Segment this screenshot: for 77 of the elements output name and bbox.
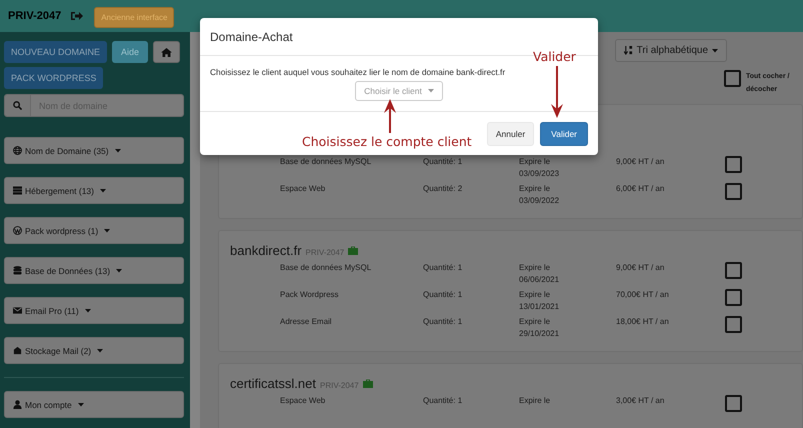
- search-icon: [13, 101, 22, 110]
- caret-icon: [712, 48, 718, 52]
- price: 6,00€ HT / an: [616, 183, 666, 195]
- wordpress-icon: [13, 226, 22, 235]
- service-name: Base de données MySQL: [280, 262, 372, 274]
- inbox-icon: [13, 346, 22, 355]
- sort-icon: [624, 46, 633, 55]
- cancel-button[interactable]: Annuler: [486, 122, 534, 146]
- quantity: Quantité: 1: [423, 289, 464, 301]
- caret-icon: [428, 89, 434, 93]
- row-checkbox[interactable]: [725, 289, 742, 306]
- sidebar-menu-button[interactable]: Base de Données (13): [4, 257, 184, 284]
- caret-icon: [84, 308, 91, 312]
- envelope-icon: [13, 306, 22, 315]
- domain-title: certificatssl.net: [230, 376, 316, 391]
- quantity: Quantité: 1: [423, 156, 464, 168]
- expiry-date: Expire le 13/01/2021: [519, 289, 560, 313]
- quantity: Quantité: 2: [423, 183, 464, 195]
- user-icon: [13, 400, 22, 409]
- client-dropdown[interactable]: Choisir le client: [355, 81, 443, 101]
- dialog-message: Choisissez le client auquel vous souhaitez lier le nom de domaine bank-direct.fr: [209, 67, 506, 77]
- price: 70,00€ HT / an: [616, 289, 670, 301]
- globe-icon: [13, 146, 22, 155]
- quantity: Quantité: 1: [423, 395, 464, 407]
- price: 9,00€ HT / an: [616, 262, 666, 274]
- home-button[interactable]: [153, 41, 180, 63]
- server-icon: [13, 186, 22, 195]
- service-name: Pack Wordpress: [280, 289, 340, 301]
- home-icon: [161, 48, 172, 56]
- annotation-arrow: [551, 66, 563, 118]
- price: 3,00€ HT / an: [616, 395, 666, 407]
- annotation-label: Choisissez le compte client: [302, 134, 472, 149]
- account-menu-button[interactable]: Mon compte: [4, 391, 184, 418]
- row-checkbox[interactable]: [725, 395, 742, 412]
- sign-out-icon[interactable]: [71, 11, 84, 21]
- service-name: Espace Web: [280, 395, 326, 407]
- service-name: Adresse Email: [280, 316, 333, 328]
- caret-icon: [116, 268, 122, 272]
- confirm-button[interactable]: Valider: [540, 122, 588, 146]
- sidebar-menu-button[interactable]: Pack wordpress (1): [4, 217, 184, 244]
- price: 9,00€ HT / an: [616, 156, 666, 168]
- annotation-label: Valider: [533, 49, 576, 64]
- quantity: Quantité: 1: [423, 316, 464, 328]
- quantity: Quantité: 1: [423, 262, 464, 274]
- new-domain-button[interactable]: NOUVEAU DOMAINE: [4, 41, 108, 63]
- wordpress-pack-button[interactable]: PACK WORDPRESS: [4, 67, 104, 89]
- row-checkbox[interactable]: [725, 156, 742, 173]
- row-checkbox[interactable]: [725, 183, 742, 200]
- expiry-date: Expire le 06/06/2021: [519, 262, 560, 286]
- caret-icon: [97, 348, 104, 352]
- service-name: Espace Web: [280, 183, 326, 195]
- expiry-date: Expire le: [519, 395, 552, 407]
- briefcase-icon: [348, 246, 358, 255]
- sidebar-menu-button[interactable]: Hébergement (13): [4, 177, 184, 204]
- service-name: Base de données MySQL: [280, 156, 372, 168]
- dialog-title: Domaine-Achat: [210, 30, 293, 44]
- row-checkbox[interactable]: [725, 262, 742, 279]
- sidebar-menu-button[interactable]: Nom de Domaine (35): [4, 137, 184, 164]
- expiry-date: Expire le 29/10/2021: [519, 316, 560, 340]
- select-all-checkbox[interactable]: [724, 70, 741, 87]
- help-button[interactable]: Aide: [112, 41, 148, 63]
- caret-icon: [114, 148, 121, 152]
- sidebar-menu-button[interactable]: Stockage Mail (2): [4, 337, 184, 364]
- annotation-arrow: [384, 99, 396, 133]
- domain-title: bankdirect.fr: [230, 243, 302, 258]
- account-id: PRIV-2047: [8, 10, 62, 22]
- price: 18,00€ HT / an: [616, 316, 670, 328]
- caret-icon: [100, 188, 106, 192]
- sort-button[interactable]: Tri alphabétique: [614, 39, 727, 62]
- expiry-date: Expire le 03/09/2022: [519, 183, 560, 207]
- caret-icon: [104, 228, 110, 232]
- caret-icon: [78, 402, 84, 406]
- row-checkbox[interactable]: [725, 316, 742, 333]
- briefcase-icon: [362, 379, 373, 388]
- expiry-date: Expire le 03/09/2023: [519, 156, 560, 180]
- sidebar-menu-button[interactable]: Email Pro (11): [4, 297, 184, 324]
- database-icon: [13, 266, 22, 275]
